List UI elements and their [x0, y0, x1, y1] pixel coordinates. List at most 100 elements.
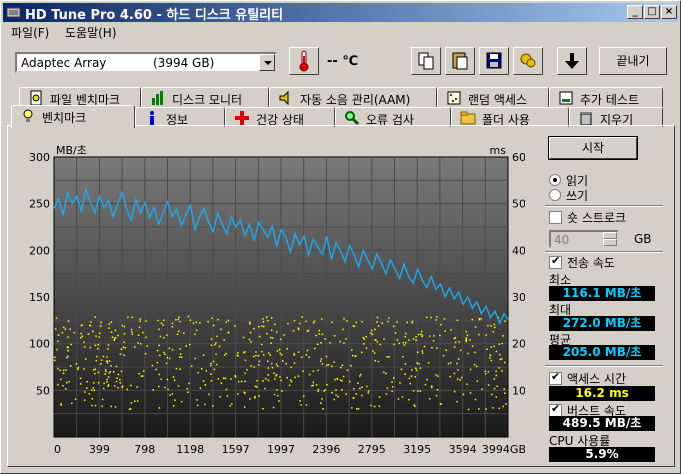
access-time-point — [246, 368, 248, 371]
access-time-point — [109, 370, 111, 373]
access-time-point — [376, 321, 378, 323]
tab-disk-monitor[interactable]: 디스크 모니터 — [141, 87, 269, 107]
arrow-down-icon — [565, 53, 579, 69]
access-time-point — [270, 329, 273, 331]
close-button[interactable]: × — [661, 5, 677, 19]
access-time-point — [340, 366, 342, 369]
minimize-button[interactable]: _ — [627, 5, 643, 19]
access-time-point — [249, 398, 251, 400]
access-time-point — [258, 395, 260, 397]
maximize-button[interactable]: □ — [644, 5, 660, 19]
access-time-point — [469, 368, 472, 371]
access-time-point — [183, 332, 185, 334]
access-time-point — [405, 341, 407, 344]
access-time-point — [505, 403, 507, 405]
access-time-point — [350, 364, 352, 367]
access-time-point — [469, 392, 472, 394]
short-stroke-checkbox[interactable] — [549, 211, 562, 224]
exit-button[interactable]: 끝내기 — [599, 47, 667, 75]
access-time-point — [255, 354, 257, 357]
access-time-point — [290, 380, 293, 383]
copy-button[interactable] — [411, 47, 441, 75]
tab-folder-usage[interactable]: 폴더 사용 — [451, 107, 569, 127]
access-time-point — [378, 396, 381, 398]
download-button[interactable] — [557, 47, 587, 75]
access-time-point — [365, 347, 368, 349]
access-time-checkbox[interactable] — [549, 370, 562, 385]
access-time-point — [56, 348, 58, 351]
access-time-point — [196, 399, 198, 401]
access-time-point — [158, 328, 160, 331]
tab-erase[interactable]: 지우기 — [569, 107, 663, 127]
access-time-point — [492, 331, 495, 333]
transfer-rate-checkbox[interactable] — [549, 254, 562, 269]
start-button[interactable]: 시작 — [548, 136, 638, 160]
access-time-point — [130, 384, 132, 387]
access-time-point — [123, 325, 126, 328]
burst-rate-value: 489.5 MB/초 — [549, 416, 655, 431]
write-radio[interactable] — [549, 189, 561, 201]
access-time-point — [134, 346, 136, 348]
tab-info[interactable]: 정보 — [135, 107, 225, 127]
tab-extra-tests[interactable]: 추가 테스트 — [549, 87, 663, 107]
drive-select[interactable]: Adaptec Array (3994 GB) — [15, 52, 277, 73]
x-tick-label: 399 — [89, 443, 110, 456]
access-time-point — [262, 318, 264, 320]
access-time-point — [131, 331, 133, 333]
stepper-down-button[interactable] — [603, 239, 617, 246]
access-time-point — [331, 391, 333, 394]
access-time-point — [308, 373, 311, 376]
access-time-point — [95, 359, 98, 362]
menu-file[interactable]: 파일(F) — [11, 24, 49, 41]
access-time-point — [408, 398, 410, 401]
access-time-point — [67, 349, 69, 352]
access-time-point — [98, 332, 101, 335]
access-time-point — [263, 325, 265, 328]
tab-health[interactable]: 건강 상태 — [225, 107, 335, 127]
access-time-point — [270, 317, 273, 319]
temperature-button[interactable] — [289, 47, 319, 75]
access-time-point — [177, 385, 180, 387]
tab-file-benchmark[interactable]: 파일 벤치마크 — [19, 87, 141, 107]
access-time-point — [495, 396, 497, 398]
access-time-point — [261, 343, 263, 346]
access-time-point — [321, 318, 323, 320]
access-time-point — [100, 363, 102, 365]
tab-error-scan[interactable]: 오류 검사 — [335, 107, 451, 127]
access-time-point — [357, 408, 360, 410]
access-time-point — [411, 320, 414, 323]
access-time-point — [205, 370, 207, 372]
access-time-point — [83, 341, 85, 343]
short-stroke-stepper[interactable]: 40 — [549, 230, 619, 248]
access-time-point — [435, 374, 437, 376]
save-button[interactable] — [479, 47, 509, 75]
access-time-point — [242, 336, 245, 339]
chevron-down-icon[interactable] — [259, 54, 275, 71]
access-time-point — [370, 332, 372, 334]
access-time-value: 16.2 ms — [549, 386, 655, 401]
access-time-point — [293, 354, 296, 356]
access-time-point — [101, 398, 104, 401]
access-time-point — [387, 320, 389, 323]
access-time-point — [333, 334, 336, 337]
access-time-point — [169, 394, 171, 396]
access-time-point — [217, 318, 219, 321]
tab-benchmark[interactable]: 벤치마크 — [11, 105, 135, 128]
access-time-point — [219, 396, 221, 398]
menu-help[interactable]: 도움말(H) — [65, 24, 117, 41]
read-radio[interactable] — [549, 174, 561, 186]
access-time-point — [495, 374, 497, 377]
options-button[interactable] — [513, 47, 543, 75]
access-time-point — [437, 375, 439, 377]
access-time-point — [234, 325, 236, 327]
access-time-point — [185, 345, 188, 347]
paste-button[interactable] — [445, 47, 475, 75]
stepper-up-button[interactable] — [603, 232, 617, 239]
tab-aam[interactable]: 자동 소음 관리(AAM) — [269, 87, 437, 107]
access-time-point — [57, 340, 59, 343]
access-time-point — [144, 353, 147, 355]
drive-name: Adaptec Array — [21, 56, 107, 70]
tab-random-access[interactable]: 랜덤 액세스 — [437, 87, 549, 107]
access-time-point — [478, 317, 481, 320]
access-time-point — [423, 345, 426, 348]
